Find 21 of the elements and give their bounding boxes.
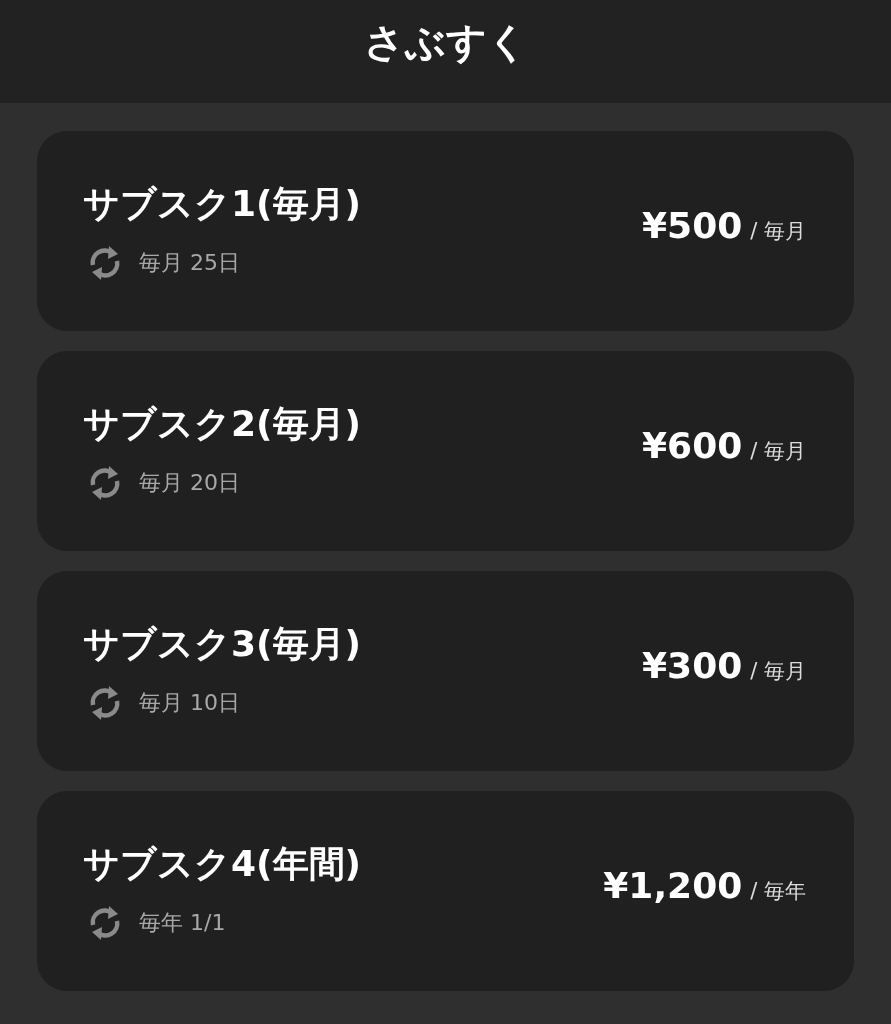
price: ¥600	[642, 424, 743, 466]
subscription-name: サブスク3(毎月)	[83, 621, 361, 666]
billing-schedule: 毎年 1/1	[139, 908, 226, 937]
subscription-name: サブスク2(毎月)	[83, 401, 361, 446]
billing-schedule: 毎月 25日	[139, 248, 240, 277]
subscription-card[interactable]: サブスク1(毎月) 毎月 25日 ¥500 / 毎月	[37, 131, 854, 331]
price: ¥300	[642, 644, 743, 686]
price: ¥1,200	[603, 864, 743, 906]
price: ¥500	[642, 204, 743, 246]
billing-period: / 毎月	[750, 657, 806, 685]
billing-period: / 毎年	[750, 877, 806, 905]
subscription-card[interactable]: サブスク3(毎月) 毎月 10日 ¥300 / 毎月	[37, 571, 854, 771]
subscription-name: サブスク4(年間)	[83, 841, 361, 886]
subscription-card[interactable]: サブスク4(年間) 毎年 1/1 ¥1,200 / 毎年	[37, 791, 854, 991]
billing-schedule: 毎月 10日	[139, 688, 240, 717]
billing-period: / 毎月	[750, 437, 806, 465]
billing-schedule: 毎月 20日	[139, 468, 240, 497]
subscription-card[interactable]: サブスク2(毎月) 毎月 20日 ¥600 / 毎月	[37, 351, 854, 551]
app-title: さぶすく	[363, 18, 528, 67]
billing-period: / 毎月	[750, 217, 806, 245]
subscription-name: サブスク1(毎月)	[83, 181, 361, 226]
